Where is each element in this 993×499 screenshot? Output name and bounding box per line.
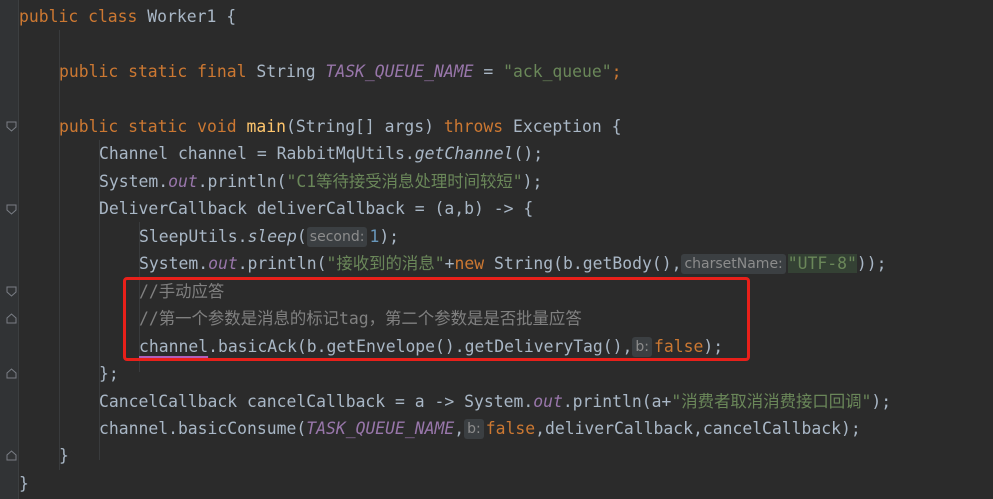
code-text: (); (513, 144, 544, 163)
code-text: ); (379, 227, 400, 246)
keyword: public class (19, 7, 148, 26)
constant-name: TASK_QUEUE_NAME (306, 419, 455, 438)
string-literal: "消费者取消消费接口回调" (671, 392, 872, 411)
code-line-1: public class Worker1 { (19, 3, 236, 30)
constant-name: TASK_QUEUE_NAME (325, 62, 474, 81)
code-text: CancelCallback cancelCallback = a -> Sys… (99, 392, 534, 411)
code-text: channel.basicConsume( (99, 419, 307, 438)
static-field: out (168, 172, 198, 191)
string-literal: "C1等待接受消息处理时间较短" (286, 172, 523, 191)
code-line-18: } (19, 470, 29, 497)
method-name: main (246, 117, 286, 136)
code-line-17: } (59, 442, 69, 469)
code-text: System. (99, 172, 169, 191)
code-text: , (454, 419, 465, 438)
static-method: sleep (247, 227, 297, 246)
code-text: .println( (237, 254, 327, 273)
code-text: DeliverCallback deliverCallback = (a,b) … (99, 199, 534, 218)
code-line-5: public static void main(String[] args) t… (59, 113, 622, 140)
keyword: throws (443, 117, 513, 136)
keyword: false (485, 419, 536, 438)
code-line-9: SleepUtils.sleep(second: 1); (139, 223, 399, 250)
code-text: ); (871, 392, 892, 411)
semicolon: ; (611, 62, 622, 81)
code-text: )); (856, 254, 887, 273)
keyword: public static void (59, 117, 247, 136)
fold-close-icon[interactable] (6, 368, 17, 379)
code-text: Channel channel = RabbitMqUtils. (99, 144, 415, 163)
code-text: ( (296, 227, 307, 246)
fold-close-icon[interactable] (6, 450, 17, 461)
code-line-16: channel.basicConsume(TASK_QUEUE_NAME, b: f… (99, 415, 861, 442)
code-text: ,deliverCallback,cancelCallback); (535, 419, 861, 438)
static-field: out (533, 392, 563, 411)
annotation-highlight-box (123, 277, 750, 361)
operator: + (444, 254, 455, 273)
keyword: new (454, 254, 494, 273)
code-text: } (59, 446, 69, 465)
static-field: out (208, 254, 238, 273)
code-line-3: public static final String TASK_QUEUE_NA… (59, 58, 622, 85)
code-line-15: CancelCallback cancelCallback = a -> Sys… (99, 388, 891, 415)
code-text: }; (99, 364, 119, 383)
code-text: .println( (197, 172, 287, 191)
code-text: String(b.getBody(), (493, 254, 682, 273)
string-literal: "ack_queue" (503, 62, 612, 81)
static-method: getChannel (414, 144, 514, 163)
operator: = (473, 62, 504, 81)
code-line-7: System.out.println("C1等待接受消息处理时间较短"); (99, 168, 542, 195)
params: (String[] args) (285, 117, 444, 136)
code-text: ); (522, 172, 543, 191)
number-literal: 1 (369, 227, 380, 246)
code-text: SleepUtils. (139, 227, 248, 246)
code-line-14: }; (99, 360, 119, 387)
code-line-6: Channel channel = RabbitMqUtils.getChann… (99, 140, 543, 167)
string-literal: "UTF-8" (787, 254, 857, 273)
exception-type: Exception { (512, 117, 622, 136)
code-text: System. (139, 254, 209, 273)
code-line-8: DeliverCallback deliverCallback = (a,b) … (99, 195, 533, 222)
fold-open-icon[interactable] (6, 204, 17, 215)
string-literal: "接收到的消息" (326, 254, 445, 273)
code-text: } (19, 474, 29, 493)
class-name: Worker1 { (147, 7, 237, 26)
param-hint: second: (306, 227, 368, 247)
editor-gutter (0, 0, 18, 499)
gutter-divider (18, 0, 19, 499)
fold-open-icon[interactable] (6, 286, 17, 297)
param-hint: b: (464, 419, 484, 439)
code-text: .println(a+ (562, 392, 672, 411)
indent-guide (59, 30, 60, 470)
param-hint: charsetName: (681, 254, 786, 274)
keyword: public static final (59, 62, 257, 81)
code-line-10: System.out.println("接收到的消息"+new String(b… (139, 250, 886, 277)
type-name: String (256, 62, 326, 81)
fold-close-icon[interactable] (6, 313, 17, 324)
fold-open-icon[interactable] (6, 121, 17, 132)
